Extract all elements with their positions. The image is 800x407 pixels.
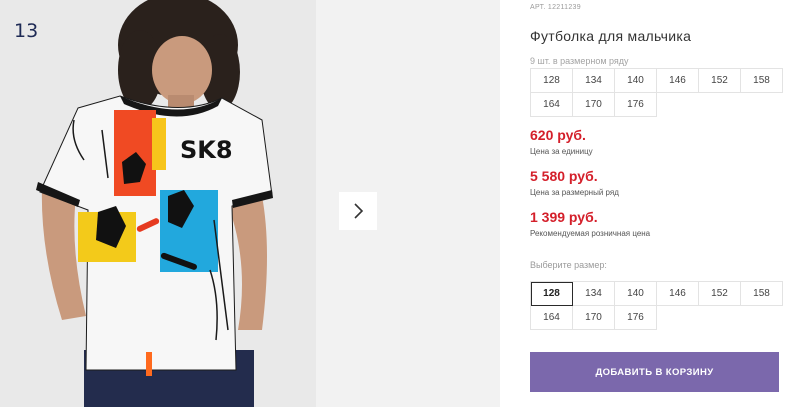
unit-price-caption: Цена за единицу: [530, 147, 593, 156]
photo-index: 13: [14, 20, 39, 42]
pack-size-cell: 128: [531, 69, 573, 93]
next-photo-button[interactable]: [339, 192, 377, 230]
pack-size-cell: 164: [531, 93, 573, 117]
pack-size-cell: 140: [615, 69, 657, 93]
size-option-128[interactable]: 128: [531, 282, 573, 306]
pack-size-cell: 152: [699, 69, 741, 93]
pack-price: 5 580 руб.: [530, 168, 598, 184]
retail-price-caption: Рекомендуемая розничная цена: [530, 229, 651, 238]
main-product-photo[interactable]: 13 SK8: [0, 0, 316, 407]
chevron-right-icon: [354, 203, 364, 219]
choose-size-label: Выберите размер:: [530, 260, 607, 270]
pack-size-cell: 176: [615, 93, 657, 117]
svg-text:SK8: SK8: [180, 136, 233, 164]
product-title: Футболка для мальчика: [530, 28, 692, 44]
retail-price: 1 399 руб.: [530, 209, 598, 225]
size-option-158[interactable]: 158: [741, 282, 783, 306]
pack-size-grid: 128 134 140 146 152 158 164 170 176: [530, 68, 783, 117]
article-number: АРТ. 12211239: [530, 4, 581, 11]
size-option-152[interactable]: 152: [699, 282, 741, 306]
size-option-164[interactable]: 164: [531, 306, 573, 330]
pack-note: 9 шт. в размерном ряду: [530, 56, 629, 66]
size-option-170[interactable]: 170: [573, 306, 615, 330]
add-to-cart-button[interactable]: ДОБАВИТЬ В КОРЗИНУ: [530, 352, 779, 392]
pack-size-cell: 134: [573, 69, 615, 93]
size-option-176[interactable]: 176: [615, 306, 657, 330]
pack-size-cell: 170: [573, 93, 615, 117]
size-selector: 128 134 140 146 152 158 164 170 176: [530, 281, 783, 330]
pack-size-cell: 158: [741, 69, 783, 93]
size-option-134[interactable]: 134: [573, 282, 615, 306]
tshirt-photo-illustration: SK8: [36, 0, 273, 407]
size-option-146[interactable]: 146: [657, 282, 699, 306]
size-option-140[interactable]: 140: [615, 282, 657, 306]
pack-size-cell: 146: [657, 69, 699, 93]
pack-price-caption: Цена за размерный ряд: [530, 188, 619, 197]
unit-price: 620 руб.: [530, 127, 586, 143]
